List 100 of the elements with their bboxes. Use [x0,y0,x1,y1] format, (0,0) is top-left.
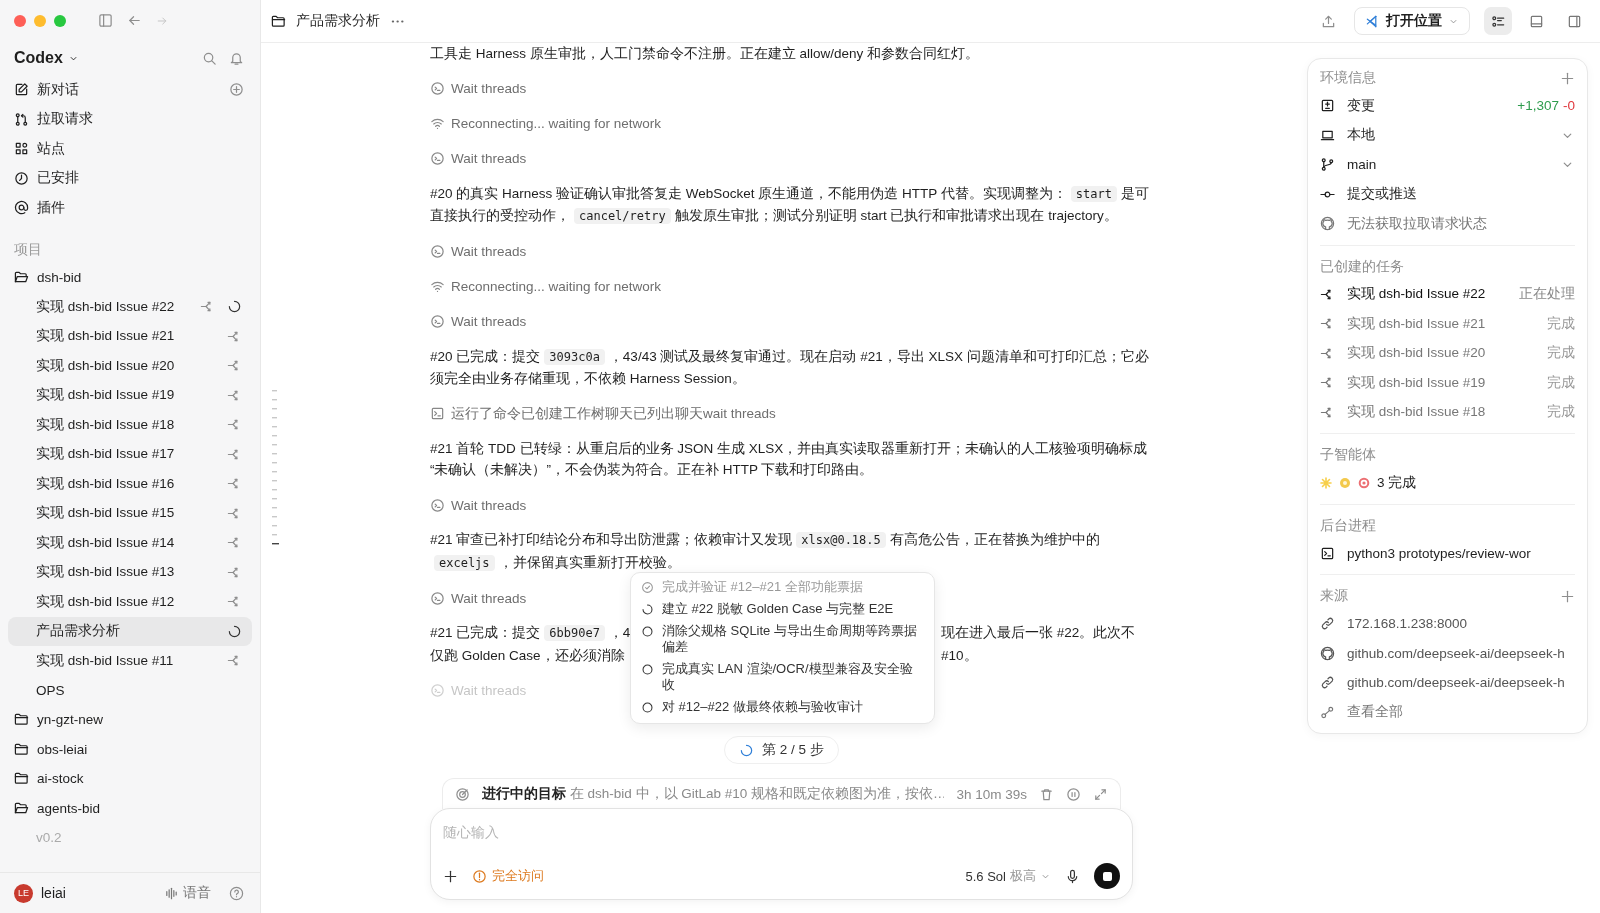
task-item[interactable]: 实现 dsh-bid Issue #22 [1347,285,1507,304]
source-link[interactable]: 172.168.1.238:8000 [1347,616,1575,632]
project-folder[interactable]: ai-stock [0,764,260,794]
panel-toggle-button[interactable] [1484,7,1512,35]
task-item[interactable]: 实现 dsh-bid Issue #18 [1347,403,1535,422]
model-selector[interactable]: 5.6 Sol 极高 [965,867,1051,885]
task-item[interactable]: 实现 dsh-bid Issue #20 [1347,344,1535,363]
right-panel-icon [1566,13,1582,29]
zoom-window-button[interactable] [54,14,66,27]
thread-item[interactable]: 实现 dsh-bid Issue #19 [8,380,252,410]
status-text: 运行了命令已创建工作树聊天已列出聊天wait threads [451,404,776,423]
search-icon[interactable] [202,50,217,66]
terminal-icon [1320,545,1335,561]
back-arrow-icon[interactable] [127,13,142,28]
thread-item[interactable]: 产品需求分析 [8,616,252,646]
project-folder[interactable]: dsh-bid [0,262,260,292]
task-status: 完成 [1547,403,1575,422]
nav-item[interactable]: 已安排 [0,163,244,193]
section-heading: 环境信息 [1320,69,1376,87]
plan-step: 完成真实 LAN 渲染/OCR/模型兼容及安全验收 [662,661,922,693]
view-all-link[interactable]: 查看全部 [1347,703,1575,722]
upload-icon[interactable] [1321,13,1336,29]
wifi-icon [430,116,445,132]
source-link[interactable]: github.com/deepseek-ai/deepseek-h [1347,645,1575,661]
plan-step: 对 #12–#22 做最终依赖与验收审计 [662,699,863,715]
connected-nodes-icon [1320,704,1335,720]
trash-icon[interactable] [1039,786,1054,802]
terminal-circle-icon [430,244,445,260]
help-icon[interactable] [229,885,244,901]
thread-item[interactable]: OPS [8,675,252,705]
list-icon [1490,13,1506,29]
link-icon [1320,675,1335,691]
section-heading: 子智能体 [1320,446,1376,464]
open-location-button[interactable]: 打开位置 [1354,7,1470,35]
bell-icon[interactable] [229,50,244,66]
nav-item[interactable]: 插件 [0,193,244,223]
pause-icon[interactable] [1066,786,1081,802]
message-input[interactable]: 随心输入 [443,821,1120,844]
thread-item[interactable]: 实现 dsh-bid Issue #13 [8,557,252,587]
status-text: Wait threads [451,150,527,166]
thread-item[interactable]: 实现 dsh-bid Issue #16 [8,469,252,499]
wifi-icon [430,279,445,295]
expand-icon[interactable] [1093,786,1108,802]
terminal-circle-icon [430,314,445,329]
close-window-button[interactable] [14,14,26,27]
message-text-fragment: 现在进入最后一张 #22。此次不 [941,624,1136,643]
env-item[interactable]: 无法获取拉取请求状态 [1347,214,1575,233]
terminal-icon [430,406,445,422]
section-heading: 已创建的任务 [1320,257,1404,276]
plus-icon[interactable] [443,868,458,884]
thread-item[interactable]: 实现 dsh-bid Issue #22 [8,292,252,322]
thread-item[interactable]: 实现 dsh-bid Issue #11 [8,646,252,676]
env-item[interactable]: 提交或推送 [1347,185,1575,204]
process-command[interactable]: python3 prototypes/review-wor [1347,545,1575,561]
env-item[interactable]: 变更 [1347,96,1506,115]
thread-item[interactable]: 实现 dsh-bid Issue #18 [8,410,252,440]
plus-circle-icon[interactable] [229,82,244,98]
voice-button[interactable]: 语音 [164,884,211,902]
task-status: 完成 [1547,344,1575,363]
nav-item[interactable]: 新对话 [0,75,229,105]
agent-icon[interactable] [1339,476,1351,489]
status-text: Wait threads [451,683,527,699]
message-text-fragment: #10。 [941,646,978,665]
task-status: 正在处理 [1519,285,1575,304]
edit-icon [14,82,29,98]
message-text: #20 已完成：提交 3093c0a ，43/43 测试及最终复审通过。现在启动 #21，导出 XLSX 问题清单和可打印汇总；它必 须完全由业务存储重现，不依赖 Harness Session。 [430,347,1150,389]
stop-button[interactable] [1094,863,1120,889]
thread-item[interactable]: 实现 dsh-bid Issue #12 [8,587,252,617]
nav-item[interactable]: 拉取请求 [0,104,244,134]
status-text: Wait threads [451,81,527,97]
thread-item[interactable]: 实现 dsh-bid Issue #20 [8,351,252,381]
github-icon [1320,216,1335,232]
grid-icon [14,141,29,157]
plan-step: 建立 #22 脱敏 Golden Case 与完整 E2E [662,601,894,617]
microphone-icon[interactable] [1065,868,1080,884]
lines-added: +1,307 [1517,98,1559,114]
project-folder[interactable]: agents-bid [0,793,260,823]
env-item[interactable]: main [1347,157,1548,173]
env-item[interactable]: 本地 [1347,126,1548,145]
sidebar-toggle-icon[interactable] [98,13,113,28]
user-avatar[interactable]: LE [14,883,33,903]
task-item[interactable]: 实现 dsh-bid Issue #19 [1347,373,1535,392]
section-heading: 项目 [13,240,43,259]
check-circle-icon [641,581,654,594]
status-text: Wait threads [451,497,527,513]
agent-summary: 3 完成 [1377,473,1418,492]
status-text: Reconnecting... waiting for network [451,279,662,295]
thread-item[interactable]: 实现 dsh-bid Issue #15 [8,498,252,528]
workspace-switcher[interactable]: Codex [14,49,79,67]
task-item[interactable]: 实现 dsh-bid Issue #21 [1347,314,1535,333]
source-link[interactable]: github.com/deepseek-ai/deepseek-h [1347,675,1575,691]
lines-removed: -0 [1563,98,1575,114]
thread-item[interactable]: 实现 dsh-bid Issue #17 [8,439,252,469]
agent-icon[interactable] [1358,476,1370,489]
project-folder[interactable]: obs-leiai [0,734,260,764]
project-folder[interactable]: yn-gzt-new [0,705,260,735]
nav-item[interactable]: 站点 [0,134,244,164]
minimize-window-button[interactable] [34,14,46,27]
thread-item[interactable]: 实现 dsh-bid Issue #21 [8,321,252,351]
thread-item[interactable]: 实现 dsh-bid Issue #14 [8,528,252,558]
